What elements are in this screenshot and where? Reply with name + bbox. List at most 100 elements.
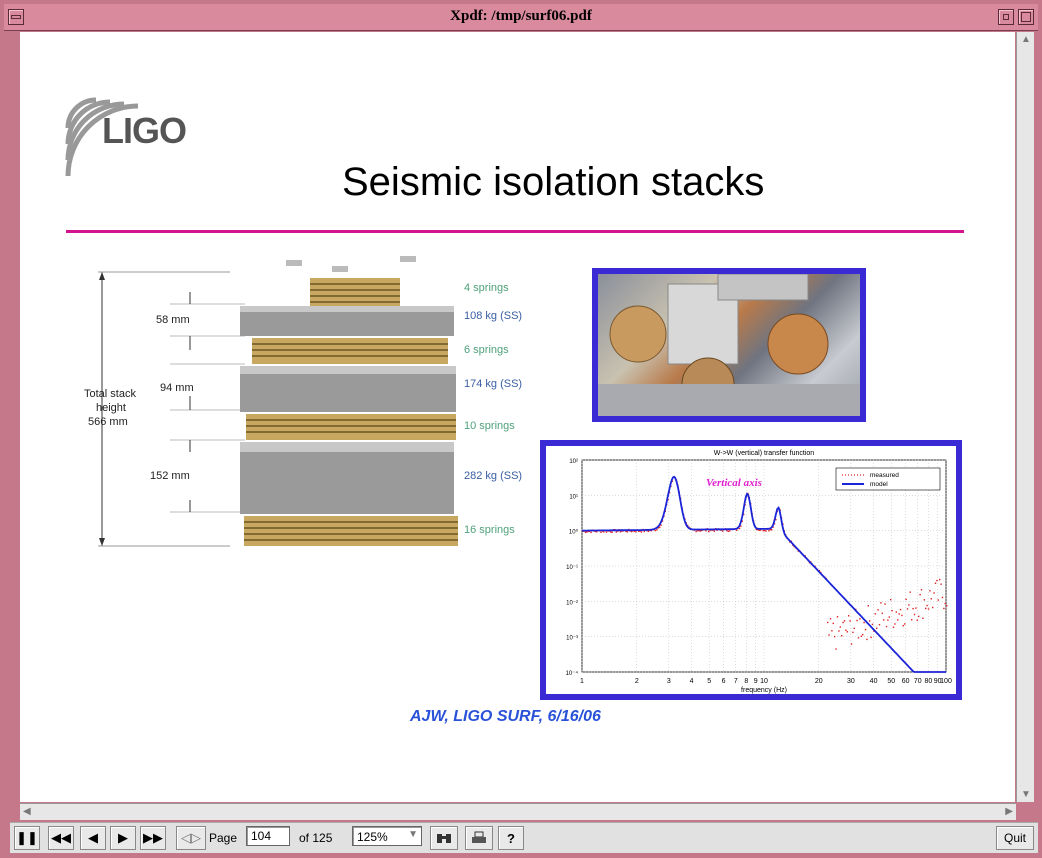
help-button[interactable]: ? [498, 826, 524, 850]
measured-point [925, 607, 927, 610]
scroll-left-arrow-icon[interactable]: ◀ [23, 806, 31, 817]
measured-point [897, 619, 899, 621]
measured-point [866, 638, 868, 641]
measured-point [832, 622, 834, 625]
back-forward-button[interactable]: ◁▷ [176, 826, 206, 850]
scroll-up-arrow-icon[interactable]: ▲ [1021, 34, 1031, 45]
transfer-plot-svg: 1 2 3 4 5 6 7 8 9 10 20 30 40 50 60 70 80 9010010²10¹10⁰1… [566, 450, 952, 694]
plot-ytick-label: 10¹ [569, 494, 578, 500]
measured-point [654, 529, 657, 532]
hardware-photo [592, 268, 866, 422]
measured-point [859, 618, 861, 620]
measured-point [843, 620, 846, 622]
plot-area: 1 2 3 4 5 6 7 8 9 10 20 30 40 50 60 70 80 90 100 10² 10¹ 10⁰ 1… [546, 446, 956, 694]
maximize-button[interactable] [1018, 9, 1034, 25]
pause-button[interactable]: ❚❚ [14, 826, 40, 850]
measured-point [695, 530, 697, 533]
next-page-button[interactable]: ▶ [110, 826, 136, 850]
measured-point [762, 529, 764, 532]
measured-point [926, 604, 928, 607]
find-button[interactable] [430, 826, 458, 850]
measured-point [771, 529, 773, 531]
total-stack-label-1: Total stack [84, 388, 136, 400]
minimize-button[interactable] [998, 9, 1014, 25]
measured-point [916, 619, 918, 621]
measured-point [850, 643, 853, 645]
measured-point [923, 599, 925, 601]
measured-point [905, 598, 907, 601]
measured-point [906, 608, 909, 610]
measured-point [862, 633, 864, 636]
measured-point [908, 604, 910, 606]
measured-point [856, 619, 858, 622]
measured-point [708, 530, 710, 533]
measured-point [758, 529, 760, 532]
measured-point [874, 613, 876, 615]
previous-page-button[interactable]: ◀ [80, 826, 106, 850]
level-label-16-springs: 16 springs [464, 524, 515, 536]
measured-point [869, 620, 871, 622]
plot-ytick-label: 10⁻¹ [566, 565, 578, 571]
measured-point [729, 530, 731, 532]
page-number-input[interactable] [246, 826, 290, 846]
measured-point [846, 631, 848, 633]
stack-diagram: Total stack height 566 mm 58 mm 94 mm 15… [80, 242, 460, 572]
measured-point [699, 530, 701, 532]
slide-credit: AJW, LIGO SURF, 6/16/06 [410, 708, 601, 725]
measured-point [867, 605, 869, 607]
measured-point [899, 608, 902, 611]
measured-point [600, 531, 602, 534]
measured-point [912, 607, 914, 610]
measured-point [919, 593, 921, 596]
measured-point [610, 531, 612, 533]
measured-point [635, 531, 637, 533]
first-page-button[interactable]: ◀◀ [48, 826, 74, 850]
measured-point [764, 529, 766, 532]
plot-xtick-label: 6 [722, 678, 726, 685]
measured-point [881, 612, 883, 614]
measured-point [605, 531, 608, 533]
measured-point [894, 623, 896, 625]
plot-xtick-label: 80 [924, 678, 932, 685]
measured-point [920, 589, 923, 591]
plot-ytick-label: 10⁻² [566, 600, 578, 606]
measured-point [713, 530, 715, 532]
binoculars-icon [437, 834, 451, 843]
measured-point [892, 626, 895, 628]
measured-point [898, 613, 900, 615]
horizontal-scrollbar[interactable]: ◀ ▶ [20, 803, 1016, 820]
level-label-108kg: 108 kg (SS) [464, 310, 523, 322]
vertical-scrollbar[interactable]: ▲ ▼ [1016, 32, 1034, 802]
plot-ytick-label: 10⁻³ [566, 636, 578, 642]
scroll-right-arrow-icon[interactable]: ▶ [1005, 806, 1013, 817]
photo-content [598, 274, 860, 416]
window-titlebar: Xpdf: /tmp/surf06.pdf [4, 4, 1038, 31]
measured-point [631, 530, 633, 533]
level-label-6-springs: 6 springs [464, 344, 509, 356]
dimension-58: 58 mm [156, 314, 190, 326]
print-button[interactable] [465, 826, 493, 850]
measured-point [656, 528, 658, 531]
measured-point [930, 598, 932, 600]
measured-point [871, 623, 874, 626]
quit-button[interactable]: Quit [996, 826, 1034, 850]
measured-point [934, 582, 937, 584]
level-label-10-springs: 10 springs [464, 420, 515, 432]
measured-point [927, 608, 930, 610]
measured-point [878, 623, 881, 626]
measured-point [765, 530, 767, 532]
measured-point [936, 579, 938, 582]
measured-point [659, 526, 661, 529]
dimension-152: 152 mm [150, 470, 190, 482]
last-page-button[interactable]: ▶▶ [140, 826, 166, 850]
measured-point [941, 596, 944, 599]
zoom-select[interactable]: 125% ▼ [352, 826, 422, 846]
page-count-label: of 125 [299, 831, 333, 845]
measured-point [946, 604, 948, 607]
slide-title: Seismic isolation stacks [342, 160, 765, 204]
measured-point [603, 531, 605, 533]
measured-point [835, 648, 837, 650]
measured-point [841, 635, 843, 637]
measured-point [915, 607, 917, 609]
scroll-down-arrow-icon[interactable]: ▼ [1021, 789, 1031, 800]
